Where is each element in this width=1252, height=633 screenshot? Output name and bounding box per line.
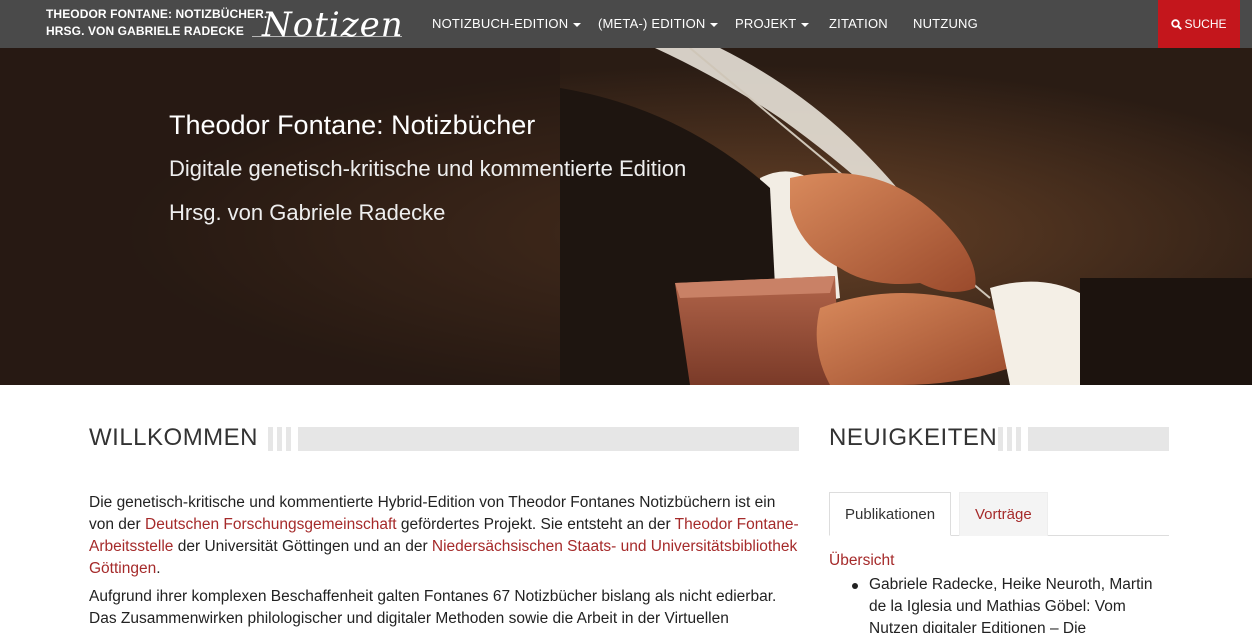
search-button[interactable]: SUCHE xyxy=(1158,0,1240,48)
nav-projekt[interactable]: PROJEKT xyxy=(735,0,810,48)
nav-label: NOTIZBUCH-EDITION xyxy=(432,16,569,31)
tab-vortraege[interactable]: Vorträge xyxy=(959,492,1048,536)
hero-subtitle: Digitale genetisch-kritische und komment… xyxy=(169,156,687,181)
welcome-heading: WILLKOMMEN xyxy=(89,424,259,451)
welcome-paragraph-2: Aufgrund ihrer komplexen Beschaffenheit … xyxy=(89,588,777,627)
text-fragment: der Universität Göttingen und an der xyxy=(173,538,432,555)
caret-down-icon xyxy=(573,22,582,27)
nav-label: NUTZUNG xyxy=(913,16,978,31)
news-heading: NEUIGKEITEN xyxy=(829,424,998,451)
nav-label: ZITATION xyxy=(829,16,888,31)
nav-notizbuch-edition[interactable]: NOTIZBUCH-EDITION xyxy=(432,0,582,48)
welcome-paragraph-1: Die genetisch-kritische und kommentierte… xyxy=(89,492,804,580)
nav-meta-edition[interactable]: (META-) EDITION xyxy=(598,0,719,48)
hero-title: Theodor Fontane: Notizbücher xyxy=(169,110,536,140)
nav-zitation[interactable]: ZITATION xyxy=(829,0,888,48)
search-label: SUCHE xyxy=(1184,17,1227,31)
brand-title[interactable]: THEODOR FONTANE: NOTIZBÜCHER. HRSG. VON … xyxy=(46,6,267,40)
news-overview-link[interactable]: Übersicht xyxy=(829,552,894,570)
tab-publikationen[interactable]: Publikationen xyxy=(829,492,952,536)
caret-down-icon xyxy=(801,22,810,27)
news-heading-decoration xyxy=(998,427,1169,451)
brand-line-1: THEODOR FONTANE: NOTIZBÜCHER. xyxy=(46,7,268,21)
hero-editor: Hrsg. von Gabriele Radecke xyxy=(169,200,446,225)
logo-underline xyxy=(252,36,402,37)
welcome-text: Die genetisch-kritische und kommentierte… xyxy=(89,492,804,633)
news-tabs: Publikationen Vorträge xyxy=(829,492,1169,536)
list-bullet xyxy=(852,583,858,589)
nav-label: PROJEKT xyxy=(735,16,797,31)
nav-label: (META-) EDITION xyxy=(598,16,706,31)
brand-line-2: HRSG. VON GABRIELE RADECKE xyxy=(46,24,244,38)
logo-script-text: Notizen xyxy=(262,5,404,45)
link-dfg[interactable]: Deutschen Forschungsgemeinschaft xyxy=(145,516,397,533)
top-navbar: THEODOR FONTANE: NOTIZBÜCHER. HRSG. VON … xyxy=(0,0,1252,48)
text-fragment: gefördertes Projekt. Sie entsteht an der xyxy=(396,516,675,533)
hero-banner: Theodor Fontane: Notizbücher Digitale ge… xyxy=(0,48,1252,385)
news-list-item[interactable]: Gabriele Radecke, Heike Neuroth, Martin … xyxy=(869,574,1169,633)
search-icon xyxy=(1171,19,1183,30)
nav-nutzung[interactable]: NUTZUNG xyxy=(913,0,978,48)
text-fragment: . xyxy=(156,560,161,577)
welcome-heading-decoration xyxy=(268,427,799,451)
notizen-logo[interactable]: Notizen xyxy=(246,2,406,46)
caret-down-icon xyxy=(710,22,719,27)
